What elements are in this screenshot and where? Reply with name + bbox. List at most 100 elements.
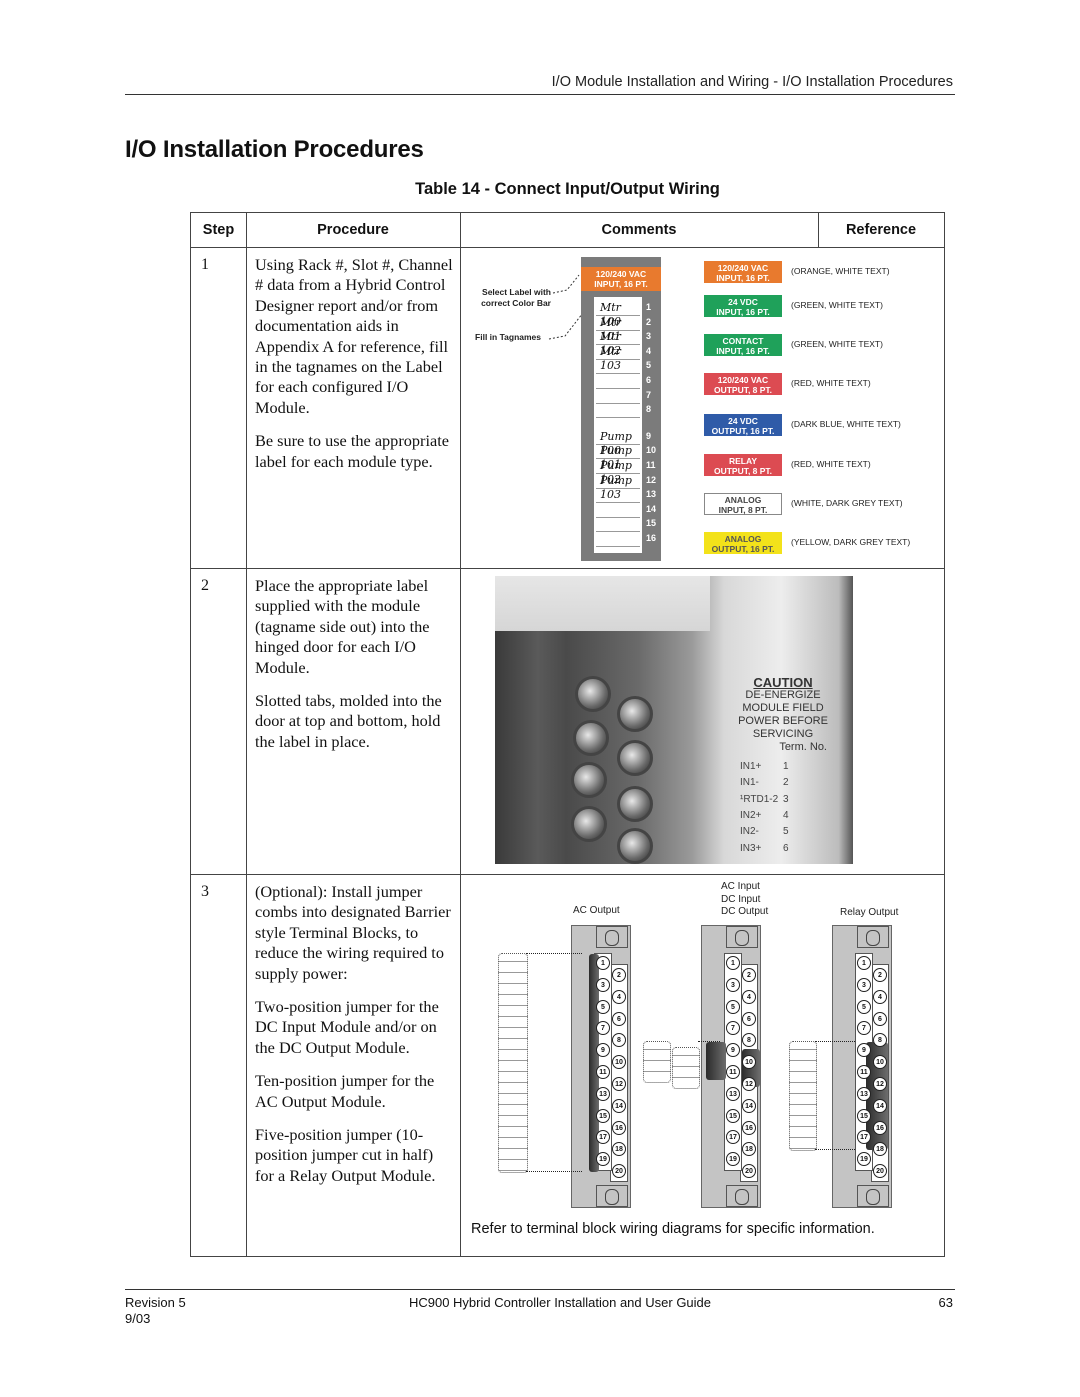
term-number: 1 (783, 761, 789, 772)
terminal-number: 2 (742, 968, 756, 982)
terminal-number: 3 (726, 977, 740, 992)
revision-date: 9/03 (125, 1311, 151, 1326)
tagname-entry (596, 389, 640, 404)
terminal-number: 6 (742, 1011, 756, 1026)
running-head: I/O Module Installation and Wiring - I/O… (551, 74, 953, 90)
swatch-description: (RED, WHITE TEXT) (791, 378, 871, 388)
label-color-swatch: 120/240 VAC OUTPUT, 8 PT. (704, 373, 782, 395)
terminal-screw (571, 762, 607, 798)
swatch-description: (YELLOW, DARK GREY TEXT) (791, 537, 911, 547)
terminal-screw (617, 696, 653, 732)
channel-number: 8 (646, 404, 652, 415)
term-name: ¹RTD1-2 (740, 793, 779, 805)
label-color-swatch: 120/240 VAC INPUT, 16 PT. (704, 261, 782, 283)
module-label-ac-output: AC Output (573, 905, 620, 916)
module-latch-icon (857, 1185, 889, 1207)
label-color-swatch: ANALOG INPUT, 8 PT. (704, 493, 782, 515)
terminal-number: 16 (612, 1120, 626, 1135)
jumper-leader-line (815, 1041, 855, 1042)
relay-jumper-comb (789, 1041, 817, 1151)
terminal-number: 14 (873, 1098, 887, 1113)
swatch-description: (GREEN, WHITE TEXT) (791, 339, 883, 349)
label-color-swatch: 24 VDC OUTPUT, 16 PT. (704, 414, 782, 436)
channel-number: 13 (646, 489, 657, 500)
swatch-line-2: OUTPUT, 8 PT. (713, 385, 773, 395)
ac-output-module: 1 2 3 4 5 6 7 8 9 10 11 12 13 14 15 16 17 18 19 20 (571, 925, 631, 1208)
col-divider-procedure (460, 213, 461, 1256)
caution-title: CAUTION (753, 675, 813, 690)
header-row-divider (191, 247, 944, 248)
module-label-line: DC Output (721, 906, 769, 917)
footer-rule (125, 1289, 955, 1290)
channel-number: 16 (646, 533, 657, 543)
terminal-number: 11 (726, 1065, 740, 1079)
tagname-entry (596, 403, 640, 419)
dc-module: 1 2 3 4 5 6 7 8 9 10 11 12 13 14 15 16 17 18 19 20 (701, 925, 761, 1208)
label-color-swatch: CONTACT INPUT, 16 PT. (704, 334, 782, 356)
procedure-paragraph: Slotted tabs, molded into the door at to… (255, 691, 442, 751)
module-label-line: DC Input (721, 893, 761, 905)
tagname-entry (596, 532, 640, 547)
terminal-screw (617, 740, 653, 776)
column-header-reference: Reference (845, 222, 917, 238)
swatch-line-2: OUTPUT, 8 PT. (713, 466, 773, 476)
terminal-number: 4 (742, 989, 756, 1004)
terminal-number: 6 (612, 1011, 626, 1026)
photo-background (495, 576, 710, 631)
module-latch-icon (857, 926, 889, 948)
sample-label-strip: 120/240 VAC INPUT, 16 PT. Mtr 100 Mtr 101… (581, 257, 661, 561)
terminal-number: 4 (873, 989, 887, 1004)
revision-text: Revision 5 (125, 1295, 186, 1310)
terminal-number: 11 (596, 1065, 610, 1079)
footer-revision: Revision 5 9/03 (125, 1295, 186, 1327)
header-rule (125, 94, 955, 95)
swatch-line-2: INPUT, 8 PT. (718, 505, 768, 515)
terminal-number: 13 (857, 1086, 871, 1101)
terminal-number: 16 (742, 1120, 756, 1135)
two-position-jumper (706, 1042, 726, 1080)
terminal-number: 1 (596, 956, 610, 970)
bar-line-2: INPUT, 16 PT. (594, 279, 648, 289)
swatch-line-2: INPUT, 16 PT. (716, 273, 770, 283)
channel-number: 14 (646, 503, 657, 514)
terminal-number: 5 (857, 999, 871, 1014)
jumper-leader-line (698, 1041, 720, 1042)
procedure-text: Place the appropriate label supplied wit… (255, 576, 455, 765)
terminal-number: 12 (873, 1077, 887, 1091)
procedure-paragraph: (Optional): Install jumper combs into de… (255, 882, 451, 983)
column-header-procedure: Procedure (317, 222, 389, 238)
terminal-number: 3 (596, 977, 610, 992)
procedure-table: Step Procedure Comments Reference 1 Usin… (190, 212, 945, 1257)
swatch-line-1: 24 VDC (728, 297, 758, 307)
term-number: 2 (783, 777, 789, 789)
page-title: I/O Installation Procedures (125, 136, 424, 163)
sample-label-color-bar: 120/240 VAC INPUT, 16 PT. (581, 267, 661, 291)
channel-number: 9 (646, 430, 652, 441)
label-color-swatch: 24 VDC INPUT, 16 PT. (704, 295, 782, 317)
ac-output-jumper-comb (498, 953, 528, 1173)
bar-line-1: 120/240 VAC (595, 269, 647, 279)
terminal-screw (617, 786, 653, 822)
tagname-entry: Mtr 102 (596, 330, 640, 357)
footer-doc-title: HC900 Hybrid Controller Installation and… (408, 1295, 712, 1310)
module-label-relay-output: Relay Output (840, 907, 899, 918)
channel-number: 1 (646, 302, 652, 312)
channel-number: 5 (646, 360, 652, 371)
caution-line: POWER BEFORE (738, 715, 828, 727)
module-latch-icon (726, 1185, 758, 1207)
diagram-note: Refer to terminal block wiring diagrams … (471, 1221, 875, 1237)
terminal-number: 1 (726, 956, 740, 970)
term-number: 6 (783, 842, 789, 854)
term-header: Term. No. (779, 741, 827, 753)
caution-line: MODULE FIELD (742, 702, 824, 714)
step-number: 3 (201, 883, 209, 900)
terminal-number: 11 (857, 1065, 871, 1079)
term-name: IN1+ (740, 761, 762, 772)
dc-jumper-comb (643, 1041, 671, 1083)
dc-jumper-comb (672, 1047, 700, 1089)
jumper-leader-line (526, 953, 582, 954)
callout-fill-tagnames: Fill in Tagnames (475, 332, 541, 342)
relay-output-module: 1 2 3 4 5 6 7 8 9 10 11 12 13 14 15 16 17 18 19 20 (832, 925, 892, 1208)
terminal-number: 6 (873, 1011, 887, 1026)
procedure-paragraph: Be sure to use the appropriate label for… (255, 431, 449, 471)
